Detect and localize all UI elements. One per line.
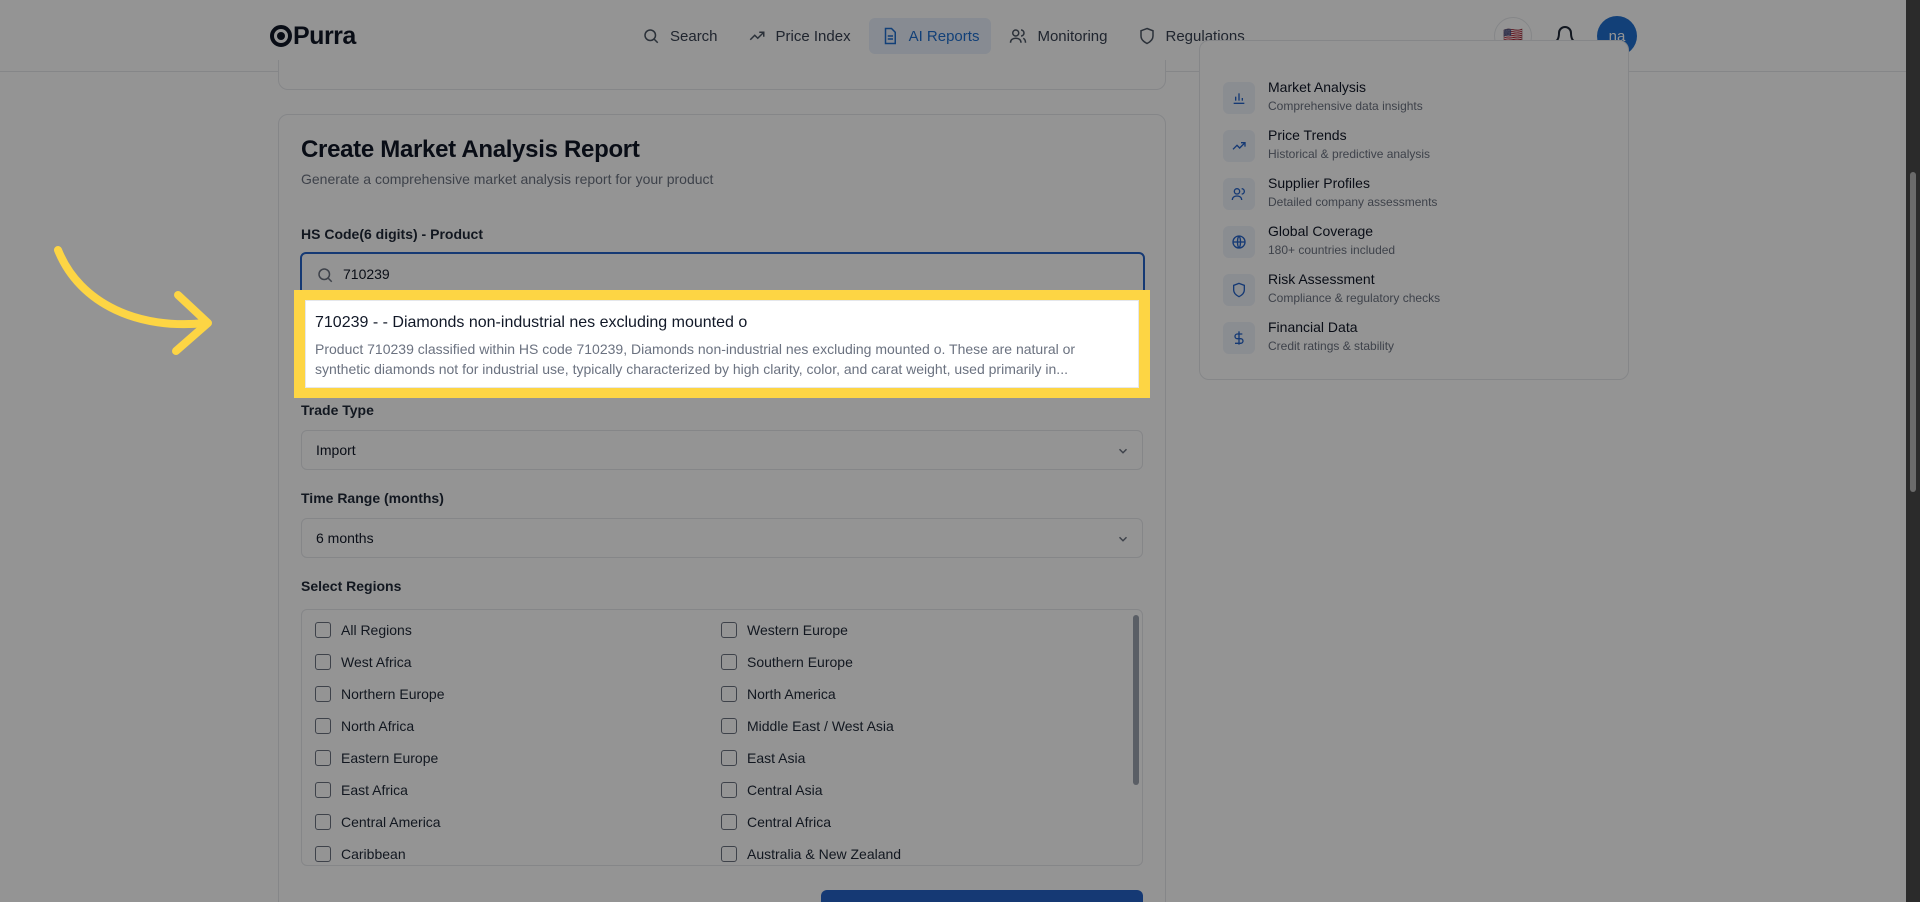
hs-code-suggestion[interactable]: 710239 - - Diamonds non-industrial nes e… [305, 300, 1139, 388]
page-scrollbar-thumb[interactable] [1910, 172, 1916, 492]
tutorial-overlay [0, 0, 1920, 902]
suggestion-description: Product 710239 classified within HS code… [315, 339, 1135, 379]
page-scrollbar[interactable] [1906, 0, 1920, 902]
suggestion-desc-line1: Product 710239 classified within HS code… [315, 341, 1076, 357]
suggestion-title: 710239 - - Diamonds non-industrial nes e… [315, 314, 748, 331]
suggestion-desc-line2: synthetic diamonds not for industrial us… [315, 361, 1068, 377]
pointer-arrow-icon [54, 246, 212, 355]
